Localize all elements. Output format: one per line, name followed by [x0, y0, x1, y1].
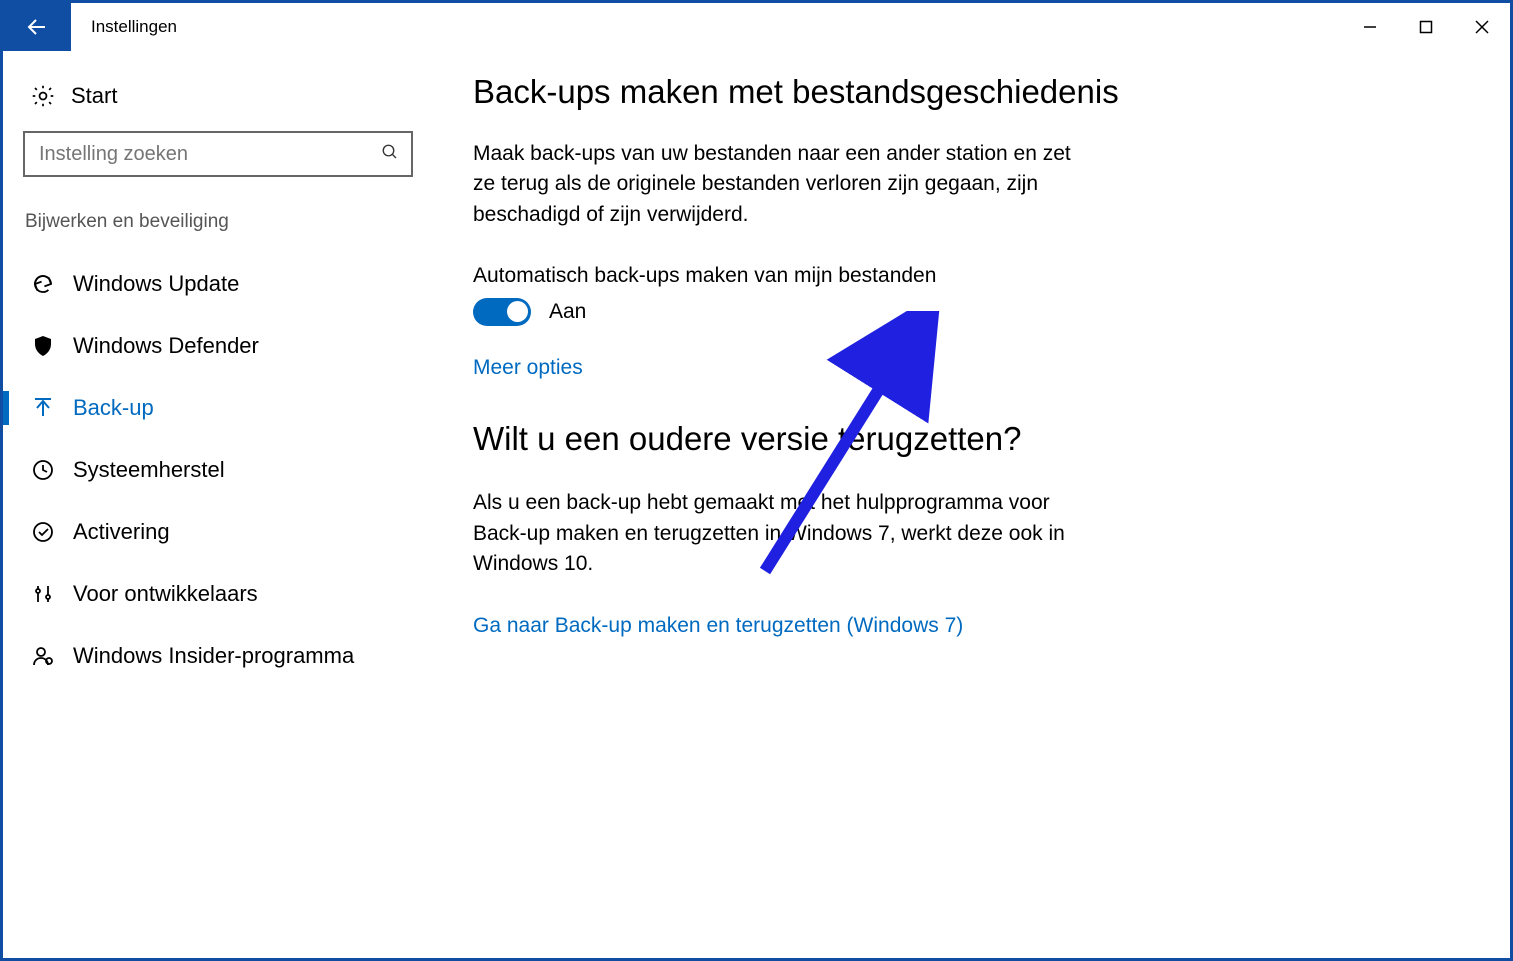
backup-description: Maak back-ups van uw bestanden naar een … [473, 139, 1083, 230]
restore-heading: Wilt u een oudere versie terugzetten? [473, 420, 1450, 458]
close-icon [1474, 19, 1490, 35]
back-button[interactable] [3, 3, 71, 51]
toggle-state-label: Aan [549, 300, 586, 324]
sidebar-item-windows-update[interactable]: Windows Update [21, 257, 415, 311]
category-header: Bijwerken en beveiliging [21, 207, 415, 253]
sidebar-item-insider-program[interactable]: Windows Insider-programma [21, 629, 415, 683]
search-input[interactable] [37, 142, 381, 167]
search-box[interactable] [23, 131, 413, 177]
auto-backup-label: Automatisch back-ups maken van mijn best… [473, 264, 1450, 288]
maximize-button[interactable] [1398, 3, 1454, 51]
sliders-icon [29, 582, 57, 606]
sidebar-item-label: Windows Update [73, 271, 239, 297]
sidebar-item-label: Windows Insider-programma [73, 643, 354, 669]
minimize-button[interactable] [1342, 3, 1398, 51]
arrow-left-icon [25, 15, 49, 39]
sidebar-item-label: Activering [73, 519, 170, 545]
caption-controls [1342, 3, 1510, 51]
shield-icon [29, 334, 57, 358]
start-home-button[interactable]: Start [21, 75, 415, 131]
restore-windows7-link[interactable]: Ga naar Back-up maken en terugzetten (Wi… [473, 614, 963, 637]
close-button[interactable] [1454, 3, 1510, 51]
sidebar-item-activation[interactable]: Activering [21, 505, 415, 559]
sidebar-item-backup[interactable]: Back-up [21, 381, 415, 435]
gear-icon [29, 83, 57, 109]
sidebar-item-label: Back-up [73, 395, 154, 421]
titlebar: Instellingen [3, 3, 1510, 51]
start-label: Start [71, 83, 117, 109]
person-badge-icon [29, 644, 57, 668]
sidebar-item-label: Voor ontwikkelaars [73, 581, 258, 607]
sidebar-item-recovery[interactable]: Systeemherstel [21, 443, 415, 497]
refresh-icon [29, 272, 57, 296]
window-title: Instellingen [71, 3, 177, 51]
sidebar: Start Bijwerken en beveiliging [3, 51, 433, 958]
sidebar-item-label: Windows Defender [73, 333, 259, 359]
sidebar-item-for-developers[interactable]: Voor ontwikkelaars [21, 567, 415, 621]
settings-window: Instellingen Start [0, 0, 1513, 961]
toggle-thumb [507, 301, 528, 322]
maximize-icon [1419, 20, 1433, 34]
auto-backup-toggle[interactable] [473, 298, 531, 326]
history-icon [29, 458, 57, 482]
minimize-icon [1363, 20, 1377, 34]
more-options-link[interactable]: Meer opties [473, 356, 583, 380]
window-body: Start Bijwerken en beveiliging [3, 51, 1510, 958]
sidebar-item-label: Systeemherstel [73, 457, 225, 483]
search-icon [381, 143, 399, 166]
sidebar-item-windows-defender[interactable]: Windows Defender [21, 319, 415, 373]
restore-description: Als u een back-up hebt gemaakt met het h… [473, 488, 1083, 579]
auto-backup-toggle-row: Aan [473, 298, 1450, 326]
check-circle-icon [29, 520, 57, 544]
page-heading: Back-ups maken met bestandsgeschiedenis [473, 73, 1450, 111]
main-content: Back-ups maken met bestandsgeschiedenis … [433, 51, 1510, 958]
backup-icon [29, 396, 57, 420]
